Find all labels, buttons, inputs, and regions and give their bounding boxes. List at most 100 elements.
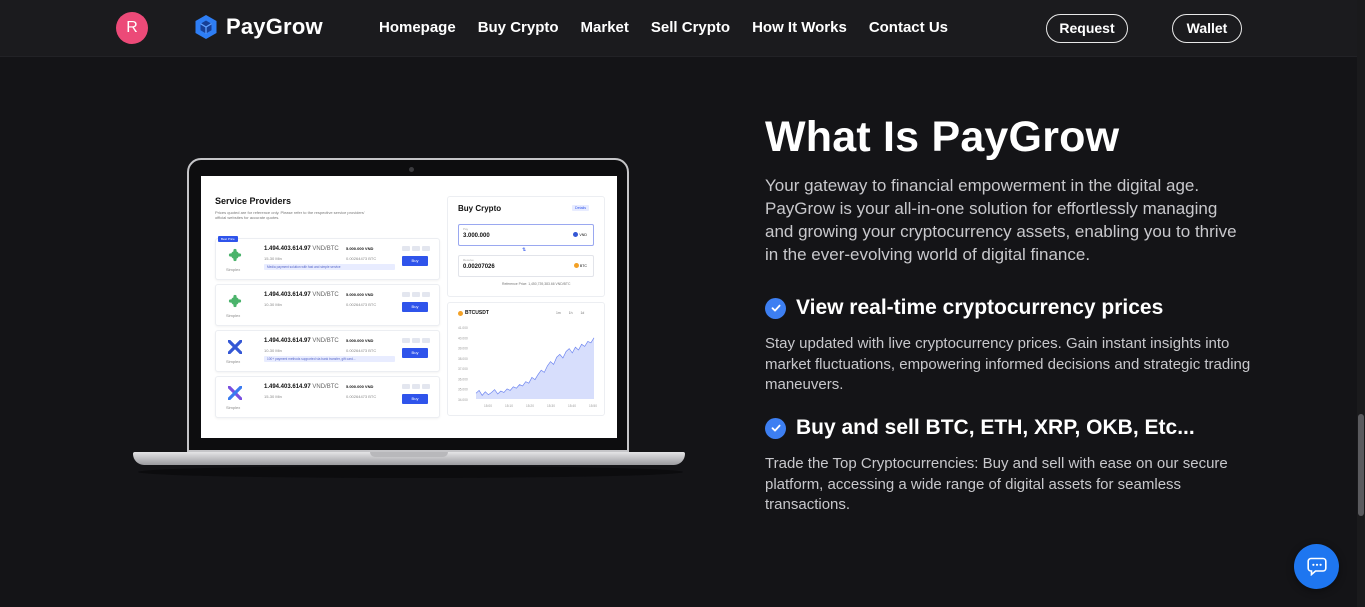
provider-time: 15-30 Min (264, 394, 282, 399)
buy-crypto-title: Buy Crypto (458, 204, 502, 213)
x-tick-label: 15:20 (526, 404, 534, 408)
provider-card: Simplex 1.494.403.614.97 VND/BTC 15-30 M… (215, 376, 440, 418)
section-title: What Is PayGrow (765, 113, 1120, 161)
wallet-button[interactable]: Wallet (1172, 14, 1242, 43)
simplex-x-blue-logo-icon (228, 340, 242, 354)
x-tick-label: 15:30 (547, 404, 555, 408)
request-button[interactable]: Request (1046, 14, 1128, 43)
chat-bubble-icon (1306, 557, 1327, 576)
y-tick-label: 35.000 (458, 388, 468, 392)
nav-buy-crypto[interactable]: Buy Crypto (478, 19, 559, 36)
x-tick-label: 15:40 (568, 404, 576, 408)
avatar[interactable]: R (116, 12, 148, 44)
pay-value: 3.000.000 (463, 233, 490, 239)
provider-note: Media payment solution with fast and sim… (264, 264, 395, 270)
provider-name: Simplex (226, 359, 241, 364)
x-tick-label: 15:50 (589, 404, 597, 408)
btc-price-chart: 41.000 40.000 39.000 38.000 37.000 36.000 35.0… (458, 326, 597, 408)
receive-value: 0.00207026 (463, 264, 495, 270)
provider-limit: 5.000.000 VND (346, 292, 374, 297)
payment-methods (402, 338, 430, 343)
provider-time: 10-30 Min (264, 348, 282, 353)
provider-buy-button[interactable]: Buy (402, 348, 428, 358)
simplex-green-logo-icon (228, 294, 242, 308)
nav-homepage[interactable]: Homepage (379, 19, 456, 36)
provider-price: 1.494.403.614.97 VND/BTC (264, 338, 339, 344)
paygrow-cube-icon (195, 15, 217, 39)
swap-icon[interactable]: ⇅ (522, 247, 526, 253)
btc-coin-icon (573, 263, 579, 268)
pay-field[interactable]: Pay 3.000.000 VND (458, 224, 594, 246)
scrollbar-thumb[interactable] (1358, 414, 1364, 516)
brand-name: PayGrow (226, 14, 323, 39)
provider-limit: 5.000.000 VND (346, 246, 374, 251)
provider-limit: 5.000.000 VND (346, 384, 374, 389)
provider-amount: 0.00264473 BTC (346, 256, 377, 261)
receive-currency[interactable]: BTC (573, 263, 587, 268)
provider-amount: 0.00264473 BTC (346, 348, 377, 353)
provider-price: 1.494.403.614.97 VND/BTC (264, 292, 339, 298)
details-badge[interactable]: Details (572, 205, 589, 211)
nav-how-it-works[interactable]: How It Works (752, 19, 847, 36)
provider-card: Simplex 1.494.403.614.97 VND/BTC 10-30 M… (215, 284, 440, 326)
feature-description: Trade the Top Cryptocurrencies: Buy and … (765, 455, 1228, 513)
y-tick-label: 34.000 (458, 398, 468, 402)
provider-name: Simplex (226, 313, 241, 318)
y-tick-label: 40.000 (458, 336, 468, 340)
laptop-mockup: Service Providers Prices quoted are for … (187, 158, 629, 452)
laptop-screen: Service Providers Prices quoted are for … (201, 176, 617, 438)
payment-methods (402, 292, 430, 297)
provider-card: Best Price Simplex 1.494.403.614.97 VND/… (215, 236, 440, 280)
pay-currency[interactable]: VND (573, 232, 587, 237)
feature-description: Stay updated with live cryptocurrency pr… (765, 335, 1251, 393)
provider-price: 1.494.403.614.97 VND/BTC (264, 384, 339, 390)
camera-icon (409, 167, 414, 172)
provider-limit: 5.000.000 VND (346, 338, 374, 343)
x-tick-label: 15:10 (505, 404, 513, 408)
nav-contact-us[interactable]: Contact Us (869, 19, 948, 36)
service-providers-panel: Service Providers Prices quoted are for … (215, 196, 441, 220)
laptop-notch (370, 452, 448, 457)
reference-price: Reference Price: 1,450,739,383.66 VND/BT… (502, 282, 571, 286)
feature-title: Buy and sell BTC, ETH, XRP, OKB, Etc... (796, 416, 1195, 439)
receive-field[interactable]: Receive 0.00207026 BTC (458, 255, 594, 277)
best-price-tag: Best Price (218, 236, 238, 242)
nav-sell-crypto[interactable]: Sell Crypto (651, 19, 730, 36)
pay-label: Pay (463, 227, 469, 231)
receive-label: Receive (463, 258, 474, 262)
provider-price: 1.494.403.614.97 VND/BTC (264, 246, 339, 252)
providers-title: Service Providers (215, 196, 292, 206)
chat-button[interactable] (1294, 544, 1339, 589)
laptop-base (133, 452, 685, 465)
provider-card: Simplex 1.494.403.614.97 VND/BTC 10-30 M… (215, 330, 440, 372)
provider-buy-button[interactable]: Buy (402, 394, 428, 404)
providers-description: Prices quoted are for reference only. Pl… (215, 210, 365, 220)
feature-heading: Buy and sell BTC, ETH, XRP, OKB, Etc... (765, 416, 1195, 440)
y-tick-label: 37.000 (458, 367, 468, 371)
provider-buy-button[interactable]: Buy (402, 302, 428, 312)
provider-buy-button[interactable]: Buy (402, 256, 428, 266)
y-tick-label: 41.000 (458, 326, 468, 330)
provider-time: 10-30 Min (264, 302, 282, 307)
x-tick-label: 15:00 (484, 404, 492, 408)
laptop-shadow (138, 466, 683, 478)
price-area (476, 337, 594, 399)
simplex-green-logo-icon (228, 248, 242, 262)
provider-note: 100+ payment methods supported via bank … (264, 356, 395, 362)
top-nav-bar: R PayGrow Homepage Buy Crypto Market Sel… (0, 0, 1357, 57)
check-circle-icon (765, 417, 786, 439)
scrollbar[interactable] (1357, 0, 1365, 607)
provider-amount: 0.00264473 BTC (346, 394, 377, 399)
feature-heading: View real-time cryptocurrency prices (765, 296, 1163, 320)
main-nav: Homepage Buy Crypto Market Sell Crypto H… (379, 19, 948, 36)
brand-logo[interactable]: PayGrow (194, 14, 323, 40)
y-tick-label: 38.000 (458, 357, 468, 361)
price-chart-card: BTCUSDT 1m 1h 1d 41.000 40.000 39.000 38.00… (447, 302, 605, 416)
feature-title: View real-time cryptocurrency prices (796, 296, 1164, 319)
payment-methods (402, 246, 430, 251)
payment-methods (402, 384, 430, 389)
nav-market[interactable]: Market (581, 19, 629, 36)
section-lead: Your gateway to financial empowerment in… (765, 176, 1237, 264)
y-tick-label: 39.000 (458, 347, 468, 351)
provider-name: Simplex (226, 405, 241, 410)
